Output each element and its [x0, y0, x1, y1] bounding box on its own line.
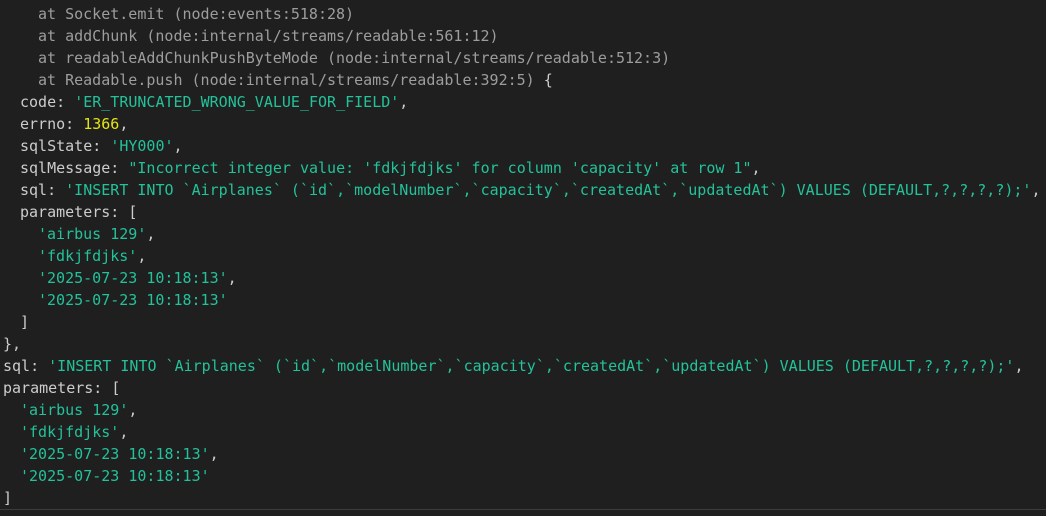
stack-text: at addChunk (node:internal/streams/reada…: [38, 27, 499, 45]
parameter-item: 'fdkjfdjks',: [0, 245, 1046, 267]
comma: ,: [399, 93, 409, 111]
terminal-output[interactable]: at Socket.emit (node:events:518:28) at a…: [0, 0, 1046, 510]
comma: ,: [1014, 357, 1024, 375]
outer-sql-line: sql: 'INSERT INTO `Airplanes` (`id`,`mod…: [0, 355, 1046, 377]
close-brace: },: [3, 335, 22, 353]
sqlstate-line: sqlState: 'HY000',: [0, 135, 1046, 157]
parameter-item: 'fdkjfdjks',: [0, 421, 1046, 443]
code-value: 'ER_TRUNCATED_WRONG_VALUE_FOR_FIELD': [74, 93, 400, 111]
comma: ,: [119, 115, 129, 133]
parameters-key: parameters:: [20, 203, 129, 221]
parameter-value: 'airbus 129': [38, 225, 147, 243]
sql-value: 'INSERT INTO `Airplanes` (`id`,`modelNum…: [65, 181, 1032, 199]
close-bracket-line: ]: [0, 311, 1046, 333]
parameter-item: '2025-07-23 10:18:13': [0, 465, 1046, 487]
comma: ,: [751, 159, 761, 177]
comma: ,: [146, 225, 156, 243]
comma: ,: [209, 445, 219, 463]
error-code-line: code: 'ER_TRUNCATED_WRONG_VALUE_FOR_FIEL…: [0, 91, 1046, 113]
comma: ,: [137, 247, 147, 265]
parameter-item: '2025-07-23 10:18:13': [0, 289, 1046, 311]
close-bracket-line: ]: [0, 487, 1046, 509]
parameter-value: '2025-07-23 10:18:13': [38, 269, 228, 287]
open-brace: {: [534, 71, 553, 89]
sql-key: sql:: [3, 357, 49, 375]
sqlstate-key: sqlState:: [20, 137, 111, 155]
comma: ,: [227, 269, 237, 287]
sqlstate-value: 'HY000': [110, 137, 174, 155]
close-bracket: ]: [3, 489, 13, 507]
parameter-item: '2025-07-23 10:18:13',: [0, 267, 1046, 289]
open-bracket: [: [128, 203, 138, 221]
parameters-line: parameters: [: [0, 201, 1046, 223]
parameter-item: '2025-07-23 10:18:13',: [0, 443, 1046, 465]
stack-text: at readableAddChunkPushByteMode (node:in…: [38, 49, 671, 67]
parameter-item: 'airbus 129',: [0, 399, 1046, 421]
parameter-value: 'fdkjfdjks': [38, 247, 138, 265]
parameter-value: 'airbus 129': [20, 401, 129, 419]
stack-text: at Readable.push (node:internal/streams/…: [38, 71, 535, 89]
stack-line: at addChunk (node:internal/streams/reada…: [0, 25, 1046, 47]
stack-text: at Socket.emit (node:events:518:28): [38, 5, 355, 23]
sqlmessage-line: sqlMessage: "Incorrect integer value: 'f…: [0, 157, 1046, 179]
parameter-item: 'airbus 129',: [0, 223, 1046, 245]
code-key: code:: [20, 93, 75, 111]
errno-line: errno: 1366,: [0, 113, 1046, 135]
outer-parameters-line: parameters: [: [0, 377, 1046, 399]
comma: ,: [173, 137, 183, 155]
open-bracket: [: [111, 379, 121, 397]
errno-key: errno:: [20, 115, 84, 133]
stack-line: at Socket.emit (node:events:518:28): [0, 3, 1046, 25]
comma: ,: [119, 423, 129, 441]
parameters-key: parameters:: [3, 379, 112, 397]
sqlmessage-key: sqlMessage:: [20, 159, 129, 177]
parameter-value: '2025-07-23 10:18:13': [38, 291, 228, 309]
comma: ,: [128, 401, 138, 419]
sql-line: sql: 'INSERT INTO `Airplanes` (`id`,`mod…: [0, 179, 1046, 201]
panel-divider: [0, 509, 1046, 510]
sql-key: sql:: [20, 181, 66, 199]
sql-value: 'INSERT INTO `Airplanes` (`id`,`modelNum…: [48, 357, 1015, 375]
comma: ,: [1031, 181, 1041, 199]
stack-line: at readableAddChunkPushByteMode (node:in…: [0, 47, 1046, 69]
close-bracket: ]: [20, 313, 30, 331]
errno-value: 1366: [83, 115, 120, 133]
close-brace-line: },: [0, 333, 1046, 355]
parameter-value: '2025-07-23 10:18:13': [20, 445, 210, 463]
parameter-value: 'fdkjfdjks': [20, 423, 120, 441]
parameter-value: '2025-07-23 10:18:13': [20, 467, 210, 485]
sqlmessage-value: "Incorrect integer value: 'fdkjfdjks' fo…: [128, 159, 752, 177]
stack-line: at Readable.push (node:internal/streams/…: [0, 69, 1046, 91]
